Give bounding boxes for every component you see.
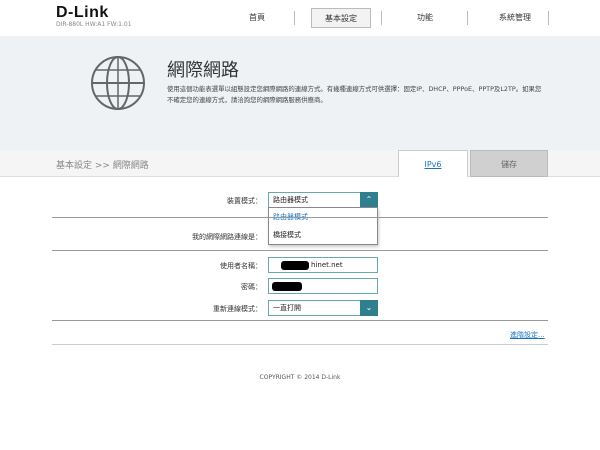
redacted-text [281,261,309,270]
nav-divider [381,11,382,25]
nav-features[interactable]: 功能 [400,8,450,28]
nav-divider [467,11,468,25]
section-divider [52,320,548,321]
footer-divider [52,344,548,345]
nav-system-management[interactable]: 系統管理 [485,8,545,28]
section-divider [52,217,548,218]
reconnect-mode-value: 一直打開 [273,304,301,312]
nav-divider [548,11,549,25]
dropdown-option-bridge[interactable]: 橋接模式 [269,226,377,244]
username-label: 使用者名稱： [220,262,262,270]
copyright: COPYRIGHT © 2014 D-Link [259,374,341,381]
password-field[interactable] [268,278,378,294]
device-mode-select[interactable]: 路由器模式 ⌃ [268,192,378,208]
reconnect-mode-select[interactable]: 一直打開 ⌄ [268,300,378,316]
device-mode-label: 裝置模式： [227,197,262,205]
page-description: 使用這個功能表選單以組態設定您網際網路的連線方式。有幾種連線方式可供選擇：固定I… [167,85,542,104]
page-title: 網際網路 [167,60,239,81]
globe-icon [91,56,145,110]
top-bar: D-Link DIR-880L HW:A1 FW:1.01 首頁 基本設定 功能… [0,0,600,36]
username-value: hinet.net [311,261,343,269]
save-button[interactable]: 儲存 [470,150,548,177]
device-mode-value: 路由器模式 [273,196,308,204]
nav-home[interactable]: 首頁 [232,8,282,28]
section-divider [52,250,548,251]
breadcrumb: 基本設定 >> 網際網路 [56,161,149,171]
redacted-text [272,282,302,291]
chevron-down-icon[interactable]: ⌄ [360,300,378,316]
model-info: DIR-880L HW:A1 FW:1.01 [56,21,132,28]
router-admin-page: D-Link DIR-880L HW:A1 FW:1.01 首頁 基本設定 功能… [0,0,600,450]
nav-divider [294,11,295,25]
connection-type-label: 我的網際網路連線是： [192,233,262,241]
ipv6-button[interactable]: IPv6 [398,150,468,177]
reconnect-mode-label: 重新連線模式： [213,305,262,313]
password-label: 密碼： [241,283,262,291]
nav-basic-settings[interactable]: 基本設定 [311,8,371,28]
dlink-logo[interactable]: D-Link [56,4,109,22]
chevron-up-icon[interactable]: ⌃ [360,192,378,208]
username-field[interactable]: hinet.net [268,257,378,273]
device-mode-dropdown: 路由器模式 橋接模式 [268,207,378,245]
advanced-settings-link[interactable]: 進階設定... [510,330,545,340]
